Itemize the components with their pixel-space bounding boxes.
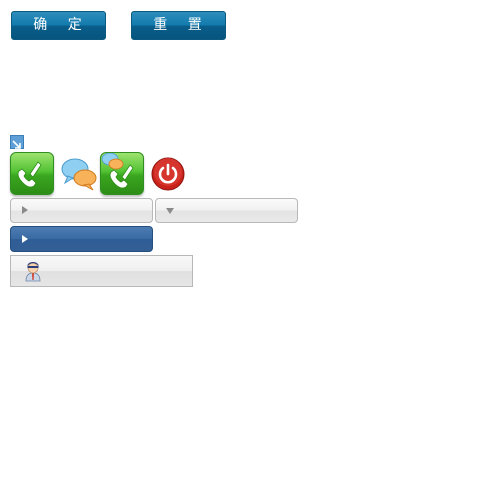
collapsed-panel-header[interactable]: [10, 198, 153, 223]
phone-call-button[interactable]: [10, 152, 54, 195]
phone-chat-button[interactable]: [100, 152, 144, 195]
active-panel-header[interactable]: [10, 226, 153, 252]
expanded-panel-header[interactable]: [155, 198, 298, 223]
phone-icon: [17, 161, 42, 188]
user-item[interactable]: [10, 255, 193, 287]
chat-bubbles-icon[interactable]: [60, 156, 98, 192]
power-icon: [151, 157, 185, 191]
expand-arrow-icon: [22, 206, 28, 214]
collapse-arrow-icon: [166, 208, 174, 214]
user-avatar-icon: [25, 262, 41, 282]
power-button[interactable]: [151, 157, 185, 191]
expand-arrow-icon[interactable]: [10, 135, 24, 149]
expand-arrow-icon: [22, 235, 28, 243]
phone-chat-icon: [101, 152, 134, 189]
confirm-button[interactable]: 确 定: [11, 11, 106, 40]
reset-button[interactable]: 重 置: [131, 11, 226, 40]
